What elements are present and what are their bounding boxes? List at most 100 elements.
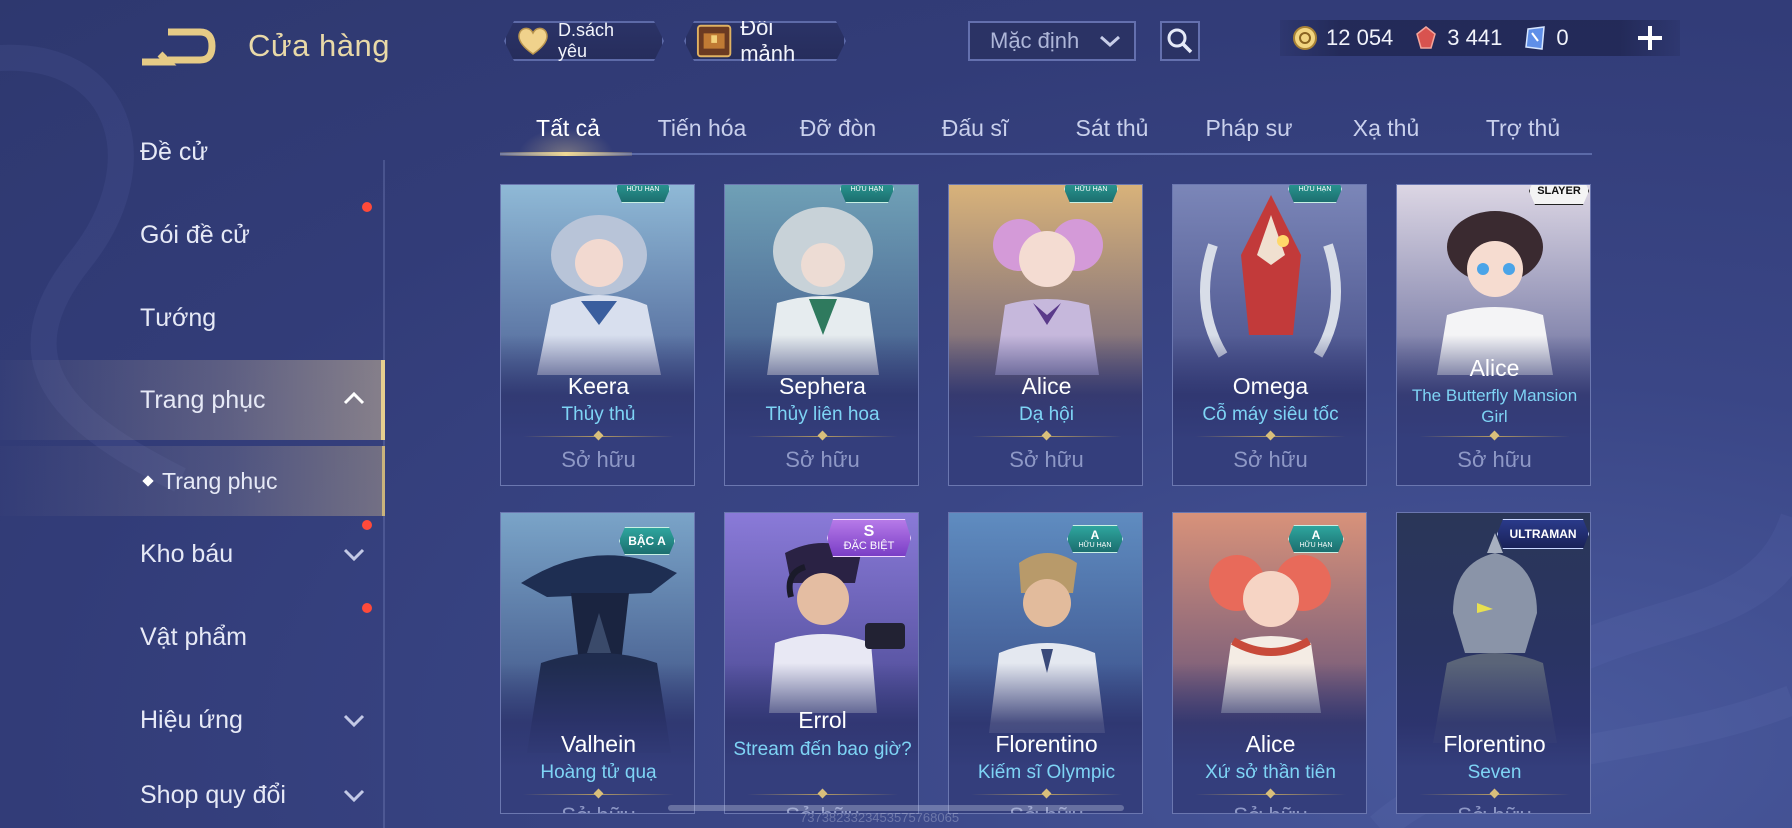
skin-card[interactable]: SLAYER Alice The Butterfly Mansion Girl …	[1396, 184, 1591, 486]
sidebar-item-label: Trang phục	[140, 385, 266, 414]
back-button[interactable]	[138, 26, 218, 70]
search-button[interactable]	[1160, 21, 1200, 61]
skin-card[interactable]: HỮU HẠN Alice Dạ hội Sở hữu	[948, 184, 1143, 486]
skin-name: Seven	[1467, 762, 1522, 783]
ultraman-badge: ULTRAMAN	[1497, 519, 1589, 549]
footer-id: 7373823323453575768065	[800, 810, 960, 825]
favorites-button[interactable]: D.sách yêu	[504, 21, 664, 61]
ownership-status: Sở hữu	[501, 803, 694, 813]
gem-amount: 3 441	[1447, 25, 1503, 50]
limited-badge: HỮU HẠN	[840, 184, 894, 203]
sidebar-item-recommended-packs[interactable]: Gói đề cử	[0, 197, 385, 273]
ownership-status: Sở hữu	[1397, 803, 1590, 813]
hero-name: Florentino	[1443, 731, 1546, 757]
tab-evolution[interactable]: Tiến hóa	[634, 108, 770, 156]
notification-dot	[362, 520, 372, 530]
tab-mage[interactable]: Pháp sư	[1181, 108, 1317, 156]
sidebar-item-treasure[interactable]: Kho báu	[0, 516, 385, 592]
bullet-diamond-icon	[142, 475, 154, 487]
sidebar-item-label: Vật phẩm	[140, 622, 248, 651]
notification-dot	[362, 603, 372, 613]
special-tier-badge: S ĐẶC BIỆT	[827, 519, 911, 557]
treasure-chest-icon	[696, 23, 732, 59]
sidebar-item-label: Kho báu	[140, 539, 234, 568]
tier-badge: A HỮU HẠN	[1288, 525, 1344, 553]
sidebar-item-label: Hiệu ứng	[140, 705, 243, 734]
hero-name: Errol	[798, 707, 847, 733]
skin-card[interactable]: AHỮU HẠN Alice Xứ sở thần tiên Sở hữu	[1172, 512, 1367, 814]
search-icon	[1167, 28, 1193, 54]
tab-assassin[interactable]: Sát thủ	[1044, 108, 1180, 156]
skin-card[interactable]: ULTRAMAN Florentino Seven Sở hữu	[1396, 512, 1591, 814]
ownership-status: Sở hữu	[785, 447, 860, 472]
skin-name: Thủy liên hoa	[765, 404, 880, 425]
sidebar-subitem-skins[interactable]: Trang phục	[0, 446, 385, 516]
limited-badge: HỮU HẠN	[616, 184, 670, 203]
sidebar-item-label: Gói đề cử	[140, 220, 250, 249]
favorites-label: D.sách yêu	[557, 20, 615, 61]
chevron-down-icon	[343, 548, 365, 562]
tier-badge: BẬC A	[619, 527, 675, 555]
skin-card[interactable]: HỮU HẠN Keera Thủy thủ Sở hữu	[500, 184, 695, 486]
tab-marksman[interactable]: Xạ thủ	[1318, 108, 1454, 156]
skin-name: Cỗ máy siêu tốc	[1202, 404, 1339, 425]
sidebar-item-recommended[interactable]: Đề cử	[0, 114, 385, 190]
gold-coin-icon	[1293, 26, 1317, 50]
sidebar-item-heroes[interactable]: Tướng	[0, 280, 385, 356]
limited-badge: HỮU HẠN	[1288, 184, 1342, 203]
plus-icon	[1638, 26, 1662, 50]
chevron-down-icon	[343, 789, 365, 803]
sidebar-item-items[interactable]: Vật phẩm	[0, 599, 385, 675]
skin-card[interactable]: BẬC A Valhein Hoàng tử quạ Sở hữu	[500, 512, 695, 814]
back-arrow-icon	[142, 28, 216, 66]
hero-name: Omega	[1232, 373, 1309, 399]
shard-exchange-button[interactable]: Đổi mảnh	[684, 21, 846, 61]
skin-name: Dạ hội	[1019, 404, 1074, 425]
page-title: Cửa hàng	[248, 28, 390, 63]
ownership-status: Sở hữu	[1457, 447, 1532, 472]
hero-name: Alice	[1021, 373, 1072, 399]
skin-name: Hoàng tử quạ	[540, 762, 657, 783]
shard-exchange-label: Đổi mảnh	[740, 15, 796, 66]
currency-voucher: 0	[1522, 25, 1569, 51]
ownership-status: Sở hữu	[561, 447, 636, 472]
hero-name: Alice	[1245, 731, 1296, 757]
tab-tank[interactable]: Đỡ đòn	[770, 108, 906, 156]
hero-name: Keera	[567, 373, 630, 399]
blue-voucher-icon	[1525, 26, 1546, 50]
sort-dropdown[interactable]: Mặc định	[968, 21, 1136, 61]
ownership-status: Sở hữu	[1173, 803, 1366, 813]
sort-selected-value: Mặc định	[990, 28, 1080, 53]
ownership-status: Sở hữu	[1233, 447, 1308, 472]
heart-icon	[516, 26, 550, 56]
tab-support[interactable]: Trợ thủ	[1455, 108, 1591, 156]
sidebar: Đề cử Gói đề cử Tướng Trang phục Trang p…	[0, 100, 390, 828]
skin-name: Thủy thủ	[561, 404, 636, 425]
skin-card[interactable]: HỮU HẠN Omega Cỗ máy siêu tốc Sở hữu	[1172, 184, 1367, 486]
hero-name: Sephera	[779, 373, 866, 399]
currency-gem: 3 441	[1413, 25, 1502, 51]
skin-name: Stream đến bao giờ?	[733, 739, 912, 760]
skin-card[interactable]: HỮU HẠN Sephera Thủy liên hoa Sở hữu	[724, 184, 919, 486]
sidebar-item-effects[interactable]: Hiệu ứng	[0, 682, 385, 758]
category-tabs: Tất cả Tiến hóa Đỡ đòn Đấu sĩ Sát thủ Ph…	[500, 108, 1592, 156]
sidebar-item-label: Đề cử	[140, 137, 209, 166]
sidebar-item-exchange-shop[interactable]: Shop quy đổi	[0, 765, 385, 825]
red-gem-icon	[1416, 26, 1437, 49]
sidebar-item-skins[interactable]: Trang phục	[0, 360, 385, 440]
tier-badge: A HỮU HẠN	[1067, 525, 1123, 553]
tab-all[interactable]: Tất cả	[500, 108, 636, 156]
tab-fighter[interactable]: Đấu sĩ	[907, 108, 1043, 156]
voucher-amount: 0	[1556, 25, 1569, 50]
sidebar-item-label: Shop quy đổi	[140, 780, 286, 809]
skin-card[interactable]: AHỮU HẠN Florentino Kiếm sĩ Olympic Sở h…	[948, 512, 1143, 814]
add-currency-button[interactable]	[1636, 20, 1664, 56]
skin-name: Kiếm sĩ Olympic	[977, 762, 1116, 783]
notification-dot	[362, 202, 372, 212]
chevron-down-icon	[343, 714, 365, 728]
skin-card[interactable]: S ĐẶC BIỆT Errol Stream đến bao giờ? Sở …	[724, 512, 919, 814]
hero-name: Valhein	[560, 731, 637, 757]
hero-name: Alice	[1469, 355, 1520, 381]
gold-amount: 12 054	[1326, 25, 1394, 50]
sidebar-item-label: Tướng	[140, 303, 217, 332]
